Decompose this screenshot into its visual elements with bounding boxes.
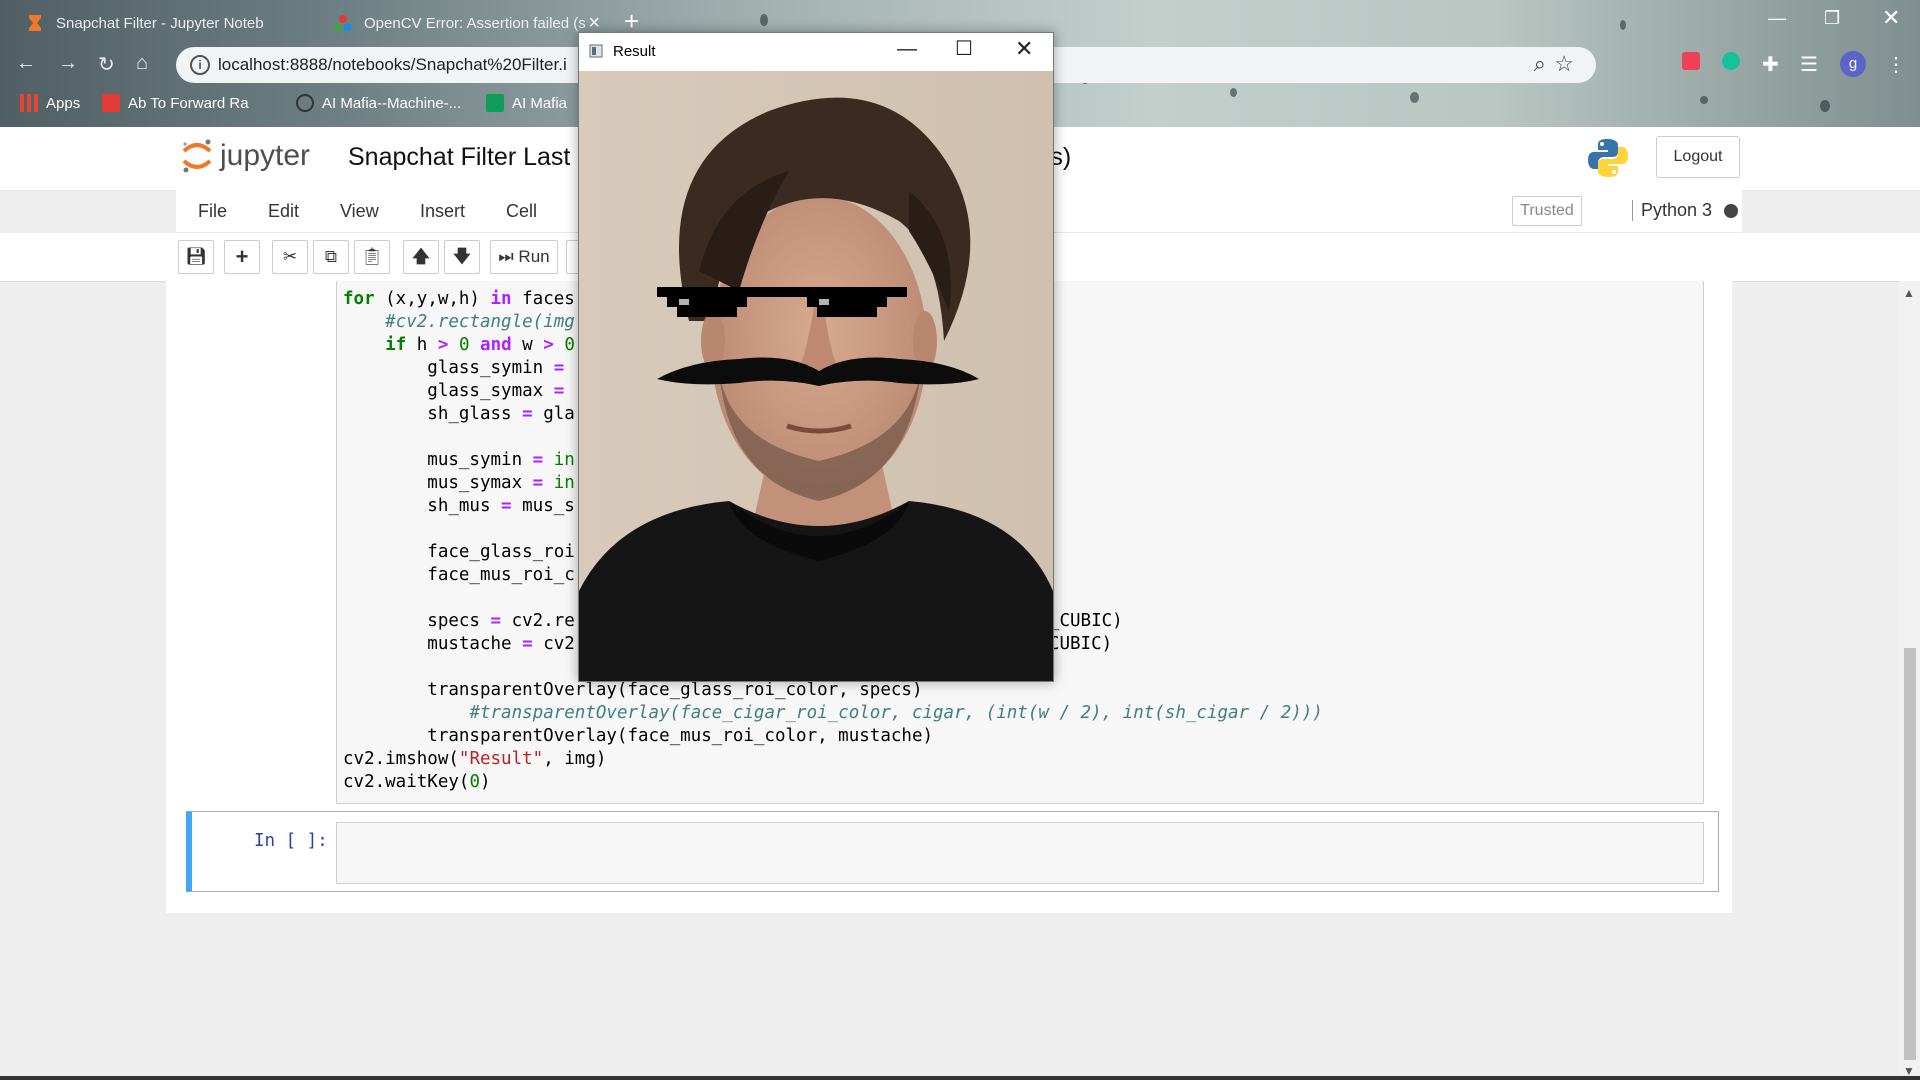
wallpaper-drop (1620, 20, 1626, 30)
scissors-icon: ✂ (282, 247, 298, 266)
popup-minimize-icon[interactable]: — (897, 38, 917, 61)
menu-file[interactable]: File (198, 201, 227, 222)
wallpaper-drop (1820, 100, 1830, 112)
jupyter-logo-icon (182, 139, 212, 173)
hourglass-icon (29, 15, 41, 31)
scrollbar-thumb[interactable] (1904, 648, 1916, 1060)
profile-avatar[interactable]: g (1840, 51, 1866, 77)
menu-edit[interactable]: Edit (268, 201, 299, 222)
grammarly-extension-icon[interactable] (1722, 52, 1740, 76)
g-bookmark-icon (102, 94, 120, 112)
bookmark-label: Ab To Forward Ra (128, 94, 249, 112)
tab-opencv-error[interactable]: OpenCV Error: Assertion failed (s × (318, 6, 608, 40)
extensions-puzzle-icon[interactable]: ✚ (1762, 52, 1779, 77)
address-url: localhost:8888/notebooks/Snapchat%20Filt… (218, 55, 567, 74)
result-window[interactable]: Result — ☐ ✕ (578, 32, 1054, 682)
bookmark-ab-to-forward[interactable]: Ab To Forward Ra (102, 94, 249, 112)
copy-icon: ⧉ (324, 247, 338, 266)
browser-menu-icon[interactable]: ⋮ (1886, 52, 1906, 77)
tab-title: OpenCV Error: Assertion failed (s (364, 14, 586, 32)
wallpaper-drop (1700, 96, 1708, 104)
logout-button[interactable]: Logout (1656, 136, 1740, 178)
close-window-icon[interactable]: ✕ (1882, 5, 1900, 31)
paste-icon: 📋︎ (361, 247, 383, 266)
step-forward-icon: ⏭︎ (498, 247, 514, 266)
empty-cell-input[interactable] (336, 822, 1704, 884)
result-image (579, 71, 1053, 681)
notebook-title-left: Snapchat Filter Last (348, 143, 571, 171)
save-icon: 💾︎ (185, 247, 207, 266)
menu-cell[interactable]: Cell (506, 201, 537, 222)
pocket-extension-icon[interactable] (1682, 52, 1700, 76)
sheets-icon (486, 94, 504, 112)
site-info-icon[interactable]: i (190, 55, 210, 75)
bookmark-star-icon[interactable]: ☆ (1554, 51, 1574, 77)
jupyter-wordmark: jupyter (220, 139, 311, 172)
move-down-button[interactable]: 🡇 (444, 240, 480, 274)
bookmark-ai-mafia-machine[interactable]: AI Mafia--Machine-... (296, 94, 461, 112)
popup-close-icon[interactable]: ✕ (1015, 36, 1033, 62)
opencv-icon (334, 15, 352, 31)
move-up-button[interactable]: 🡅 (403, 240, 439, 274)
taskbar-edge (0, 1076, 1920, 1080)
github-icon (296, 94, 314, 112)
bookmark-apps[interactable]: Apps (20, 94, 80, 112)
back-icon[interactable]: ← (16, 52, 36, 75)
arrow-up-icon: 🡅 (412, 247, 430, 266)
python-logo-icon (1588, 139, 1628, 177)
copy-button[interactable]: ⧉ (313, 240, 349, 274)
bookmark-label: AI Mafia--Machine-... (322, 94, 462, 112)
paste-button[interactable]: 📋︎ (354, 240, 390, 274)
forward-icon[interactable]: → (58, 52, 78, 75)
wallpaper-drop (1230, 88, 1237, 97)
arrow-down-icon: 🡇 (453, 247, 471, 266)
popup-maximize-icon[interactable]: ☐ (955, 36, 973, 61)
tab-title: Snapchat Filter - Jupyter Noteb (56, 14, 264, 32)
run-label: Run (518, 247, 550, 266)
bookmark-label: AI Mafia (512, 94, 568, 112)
result-window-title: Result (613, 43, 656, 60)
bookmark-label: Apps (46, 94, 81, 112)
menu-insert[interactable]: Insert (420, 201, 465, 222)
bookmark-ai-mafia[interactable]: AI Mafia (486, 94, 567, 112)
plus-icon: + (235, 244, 249, 269)
wallpaper-drop (1410, 92, 1419, 103)
cell-prompt: In [ ]: (254, 831, 328, 851)
apps-grid-icon (20, 94, 38, 112)
jupyter-logo[interactable]: jupyter (180, 137, 310, 175)
scroll-up-icon[interactable]: ▲ (1903, 286, 1915, 300)
home-icon[interactable]: ⌂ (136, 52, 148, 75)
run-button[interactable]: ⏭︎ Run (490, 240, 558, 274)
trusted-badge[interactable]: Trusted (1512, 196, 1582, 226)
wallpaper-drop (760, 14, 768, 26)
kernel-status-indicator (1724, 204, 1738, 218)
window-app-icon (589, 44, 603, 58)
cut-button[interactable]: ✂ (272, 240, 308, 274)
restore-window-icon[interactable]: ❐ (1824, 8, 1840, 29)
save-button[interactable]: 💾︎ (178, 240, 214, 274)
reload-icon[interactable]: ↻ (98, 52, 115, 77)
zoom-icon[interactable]: ⌕ (1534, 51, 1546, 77)
tab-snapchat-filter[interactable]: Snapchat Filter - Jupyter Noteb × (10, 6, 310, 40)
menu-view[interactable]: View (340, 201, 379, 222)
minimize-window-icon[interactable]: — (1768, 8, 1786, 29)
insert-cell-button[interactable]: + (224, 240, 260, 274)
kernel-name[interactable]: Python 3 (1632, 200, 1712, 221)
reading-list-icon[interactable]: ☰ (1800, 52, 1818, 77)
